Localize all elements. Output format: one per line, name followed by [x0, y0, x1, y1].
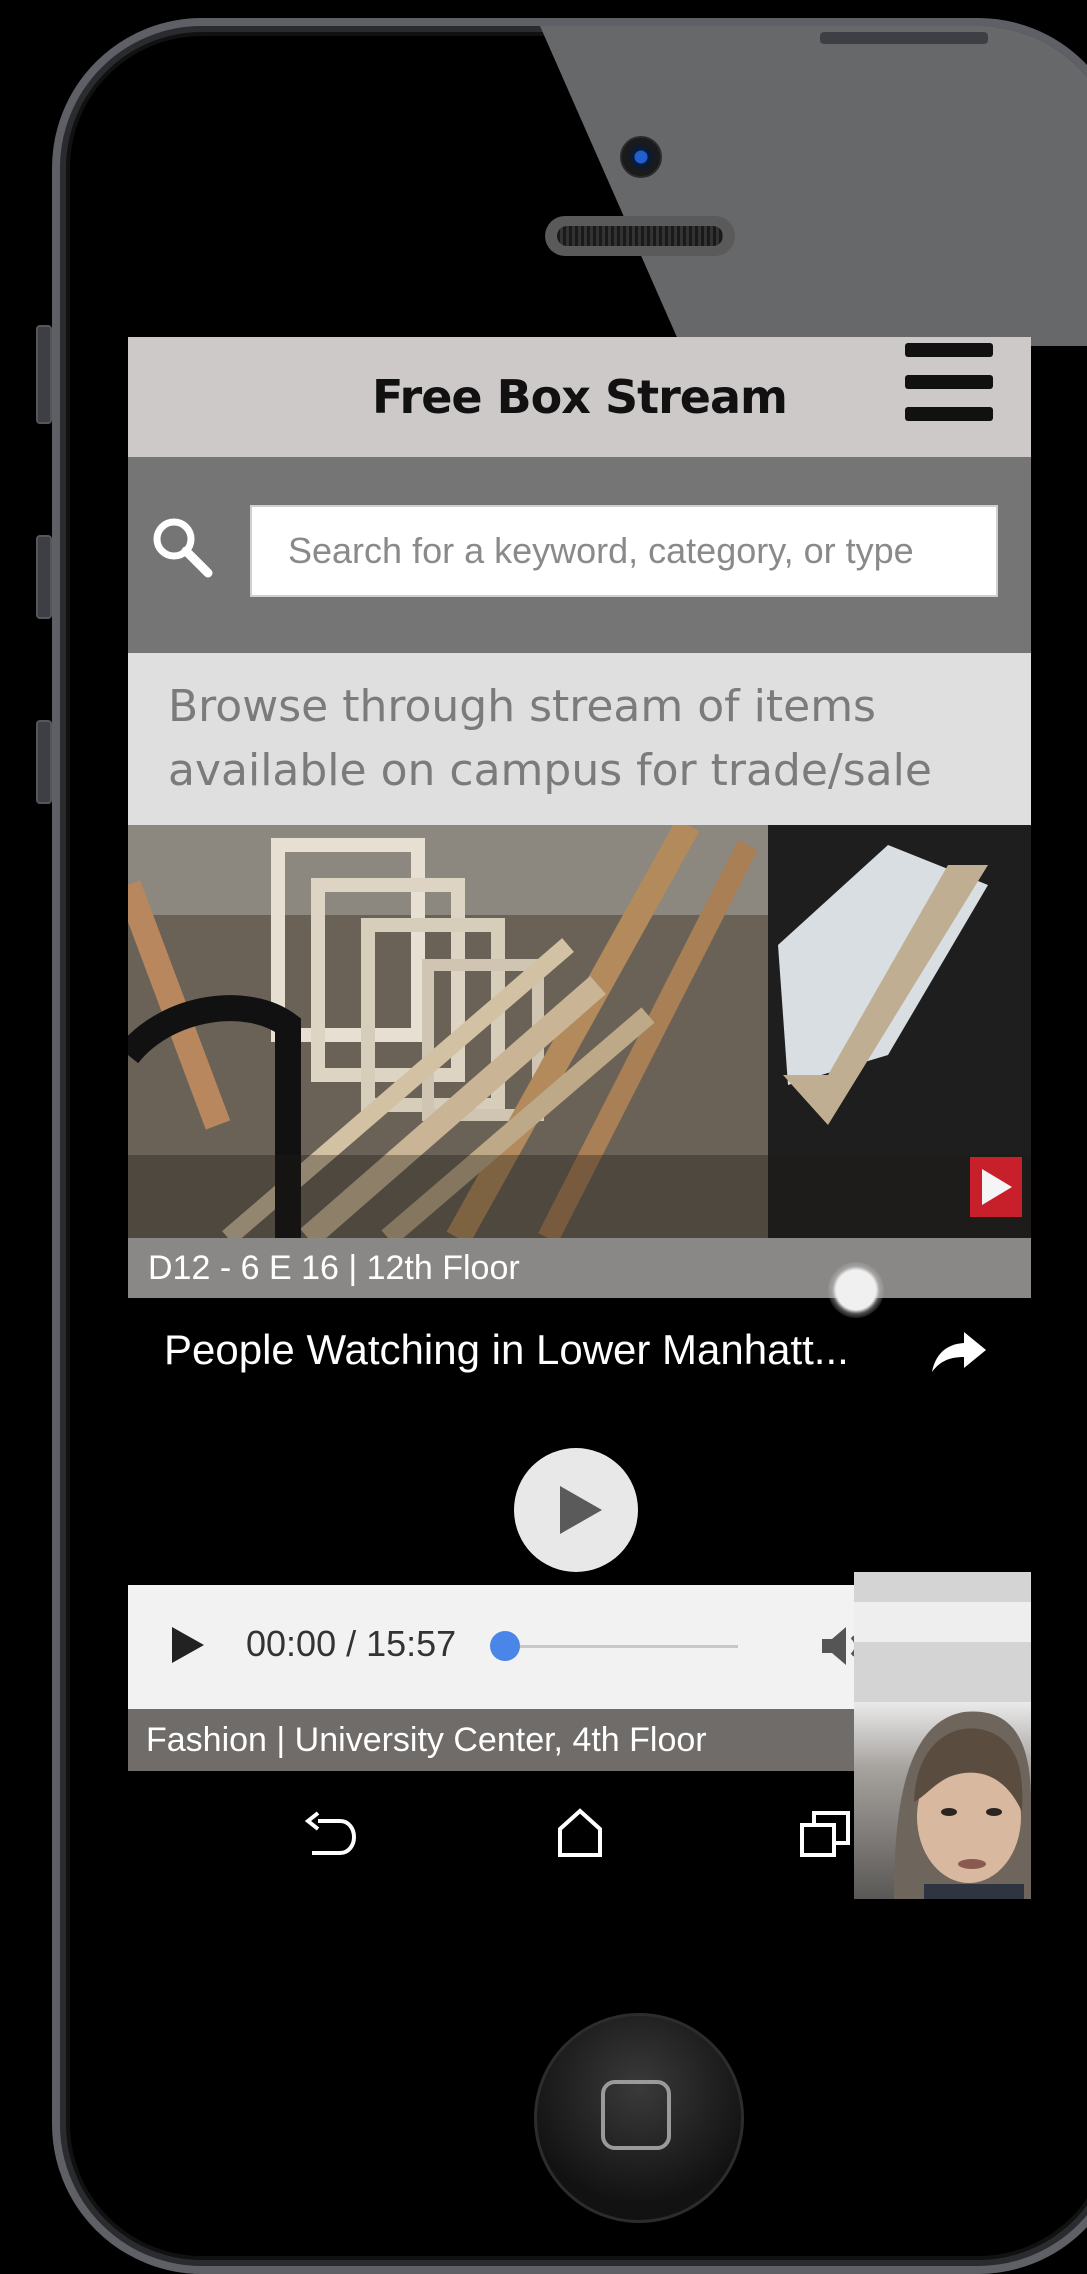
play-icon[interactable] — [514, 1448, 638, 1572]
power-button — [820, 32, 988, 44]
progress-bar[interactable] — [502, 1645, 738, 1648]
glass-reflection — [540, 26, 1087, 346]
browse-description: Browse through stream of items available… — [168, 681, 932, 796]
next-item-button[interactable] — [970, 1157, 1022, 1217]
share-arrow-icon[interactable] — [930, 1330, 988, 1374]
current-time: 00:00 — [246, 1623, 337, 1664]
control-play-icon[interactable] — [172, 1627, 204, 1663]
hardware-home-button[interactable] — [534, 2013, 744, 2223]
item-location-label: D12 - 6 E 16 | 12th Floor — [148, 1248, 520, 1287]
video-title[interactable]: People Watching in Lower Manhatt... — [164, 1326, 849, 1374]
recents-icon[interactable] — [800, 1811, 850, 1857]
photo-content — [128, 825, 1031, 1238]
app-header: Free Box Stream — [128, 337, 1031, 457]
home-square-icon — [601, 2080, 671, 2150]
video-player[interactable]: People Watching in Lower Manhatt... — [128, 1262, 1031, 1585]
hamburger-menu-icon[interactable] — [905, 343, 993, 421]
front-camera — [620, 136, 662, 178]
time-separator: / — [336, 1623, 367, 1664]
search-input[interactable] — [250, 505, 998, 597]
webcam-person — [854, 1572, 1031, 1899]
progress-knob[interactable] — [490, 1631, 520, 1661]
duration: 15:57 — [366, 1623, 457, 1664]
mute-switch — [36, 325, 52, 424]
home-icon[interactable] — [556, 1807, 604, 1859]
webcam-overlay — [854, 1572, 1031, 1899]
search-bar — [128, 457, 1031, 653]
app-title: Free Box Stream — [372, 370, 788, 424]
earpiece-speaker — [545, 216, 735, 256]
scrub-handle[interactable] — [828, 1262, 884, 1318]
app-screen: Free Box Stream Browse through stream of… — [128, 337, 1031, 1945]
item-photo-window-frames[interactable] — [128, 825, 1031, 1238]
volume-down-button — [36, 720, 52, 804]
time-display: 00:00 / 15:57 — [246, 1623, 456, 1665]
volume-up-button — [36, 535, 52, 619]
item-caption: D12 - 6 E 16 | 12th Floor — [128, 1238, 1031, 1298]
search-icon[interactable] — [148, 513, 218, 583]
back-icon[interactable] — [304, 1811, 356, 1859]
browse-banner: Browse through stream of items available… — [128, 653, 1031, 825]
item-location-label: Fashion | University Center, 4th Floor — [146, 1720, 707, 1759]
